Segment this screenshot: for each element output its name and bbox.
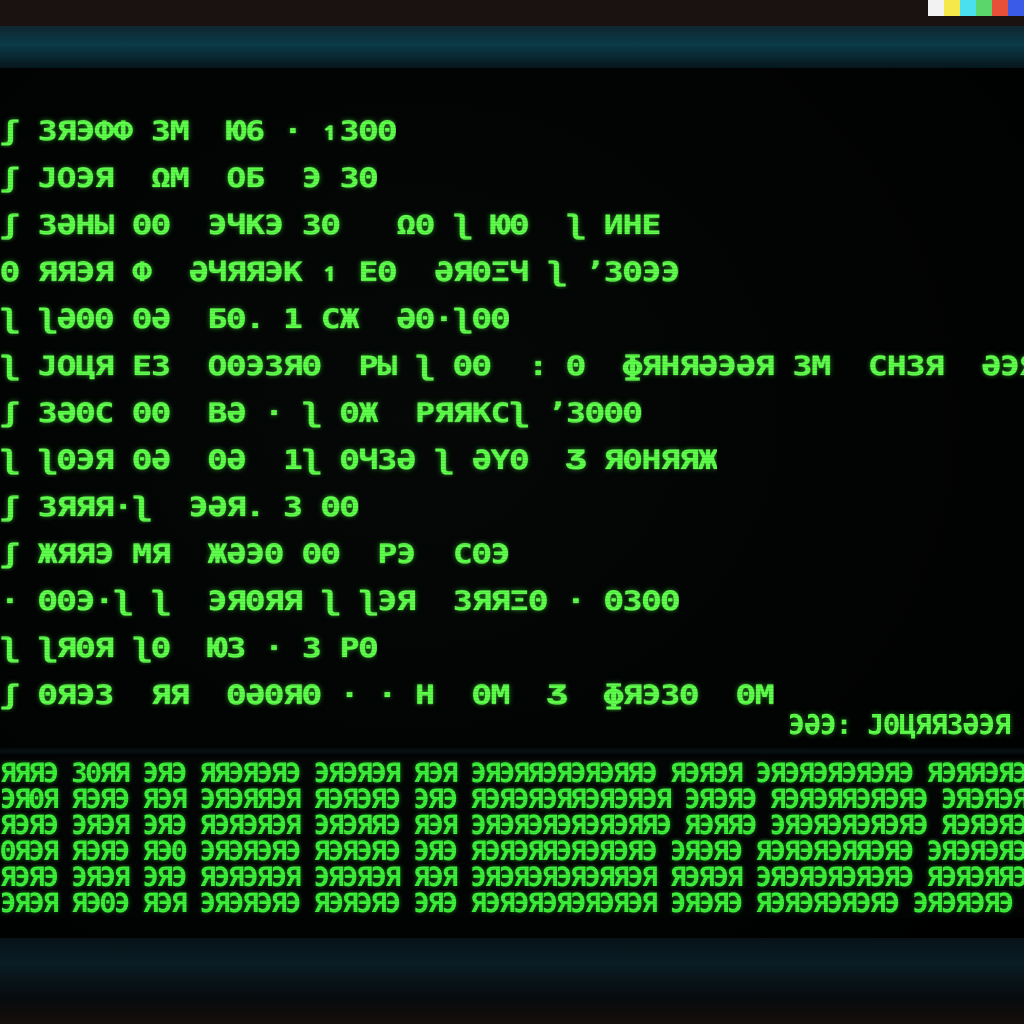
grid-row: ЯЭЯЭ ЭЯЭЯ ЭЯЭ ЯЭЯЭЯЭЯ ЭЯЭЯЯЭ ЯЭЯ ЭЯЭЯЭЯЭ… xyxy=(0,812,1024,839)
terminal-line: ʃ ЈОЭЯ ΩМ ОБ Э ЗΘ xyxy=(0,161,378,194)
terminal-line: ʃ ЗЯЭФФ ЗМ Ю6 · ↿ЗΘΘ xyxy=(0,114,397,147)
terminal-status-text: ЭӘЭ: ЈΘЦЯЯЗӘЭЯ xyxy=(788,708,1011,741)
terminal-line: Θ ЯЯЭЯ Ф ӘЧЯЯЭК ↿ ЕΘ ӘЯΘΞЧ ʅ ʼЗΘЭЭ xyxy=(0,255,680,288)
terminal-line: ʃ ΘЯЭЗ ЯЯ ΘӘΘЯΘ · · Н ΘΜ Ӡ ɸЯЭЗΘ ΘΜ xyxy=(0,678,774,711)
color-swatch xyxy=(1008,0,1024,16)
terminal-line: ʅ ЈОЦЯ ЕЗ ОΘЭЗЯΘ ΡЫ ʅ ΘΘ : Θ ɸЯНЯӘЭӘЯ ЗΜ… xyxy=(0,349,1024,382)
panel-divider xyxy=(0,746,1024,756)
color-swatch xyxy=(992,0,1008,16)
terminal-line: ʃ ЗӘНЫ ΘΘ ЭЧКЭ ЗΘ ΩΘ ʅ ЮΘ ʅ ИНЕ xyxy=(0,208,661,241)
grid-row: ЯЭЯЭ ЭЯЭЯ ЭЯЭ ЯЭЯЭЯЭЯ ЭЯЭЯЭЯ ЯЭЯ ЭЯЭЯЭЯЭ… xyxy=(0,864,1024,891)
color-swatch xyxy=(944,0,960,16)
grid-row: ЯЯЯЭ ЗΘЯЯ ЭЯЭ ЯЯЭЯЭЯЭ ЭЯЭЯЭЯ ЯЭЯ ЭЯЭЯЯЭЯ… xyxy=(0,760,1024,787)
monitor-bezel-top xyxy=(0,26,1024,68)
grid-row: ЭЯЭЯ ЯЭΘЭ ЯЭЯ ЭЯЭЯЭЯЭ ЯЭЯЭЯЭ ЭЯЭ ЯЭЯЭЯЭЯ… xyxy=(0,890,1014,917)
data-grid-panel: ЯЯЯЭ ЗΘЯЯ ЭЯЭ ЯЯЭЯЭЯЭ ЭЯЭЯЭЯ ЯЭЯ ЭЯЭЯЯЭЯ… xyxy=(0,758,1024,918)
color-swatch xyxy=(960,0,976,16)
grid-row: ΘЯЭЯ ЯЭЯЭ ЯЭΘ ЭЯЭЯЭЯЭ ЯЭЯЭЯЭ ЭЯЭ ЯЭЯЭЯЯЭ… xyxy=(0,838,1024,865)
terminal-line: ʃ ЗӘΘС ΘΘ ВӘ · ʅ ΘЖ ΡЯЯКСʅ ʼЗΘΘΘ xyxy=(0,396,642,429)
grid-row: ЭЯΘЯ ЯЭЯЭ ЯЭЯ ЭЯЭЯЯЭЯ ЯЭЯЭЯЭ ЭЯЭ ЯЭЯЭЯЭЯ… xyxy=(0,786,1024,813)
monitor-bezel-bottom xyxy=(0,938,1024,1024)
color-swatch xyxy=(976,0,992,16)
terminal-line: ʃ ЖЯЯЭ ΜЯ ЖӘЭΘ ΘΘ ΡЭ СΘЭ xyxy=(0,537,510,570)
color-swatch xyxy=(928,0,944,16)
monitor-frame: ʃ ЗЯЭФФ ЗМ Ю6 · ↿ЗΘΘ ʃ ЈОЭЯ ΩМ ОБ Э ЗΘ ʃ… xyxy=(0,0,1024,1024)
color-strip xyxy=(928,0,1024,16)
terminal-screen: ʃ ЗЯЭФФ ЗМ Ю6 · ↿ЗΘΘ ʃ ЈОЭЯ ΩМ ОБ Э ЗΘ ʃ… xyxy=(0,68,1024,938)
terminal-line: ʃ ЗЯЯЯ·ʅ ЭӘЯ. З ΘΘ xyxy=(0,490,359,523)
terminal-line: ʅ ʅӘΘΘ ΘӘ БΘ. 1 СЖ ӘΘ·ʅΘΘ xyxy=(0,302,510,335)
terminal-line: ʅ ʅΘЭЯ ΘӘ ΘӘ 1ʅ ΘЧЗӘ ʅ ӘҮΘ Ӡ ЯΘНЯЯЖ xyxy=(0,443,717,476)
terminal-line: · ΘΘЭ·ʅ ʅ ЭЯΘЯЯ ʅ ʅЭЯ ЗЯЯΞΘ · ΘЗΘΘ xyxy=(0,584,680,617)
terminal-line: ʅ ʅЯΘЯ ʅΘ ЮЗ · З ΡΘ xyxy=(0,631,378,664)
